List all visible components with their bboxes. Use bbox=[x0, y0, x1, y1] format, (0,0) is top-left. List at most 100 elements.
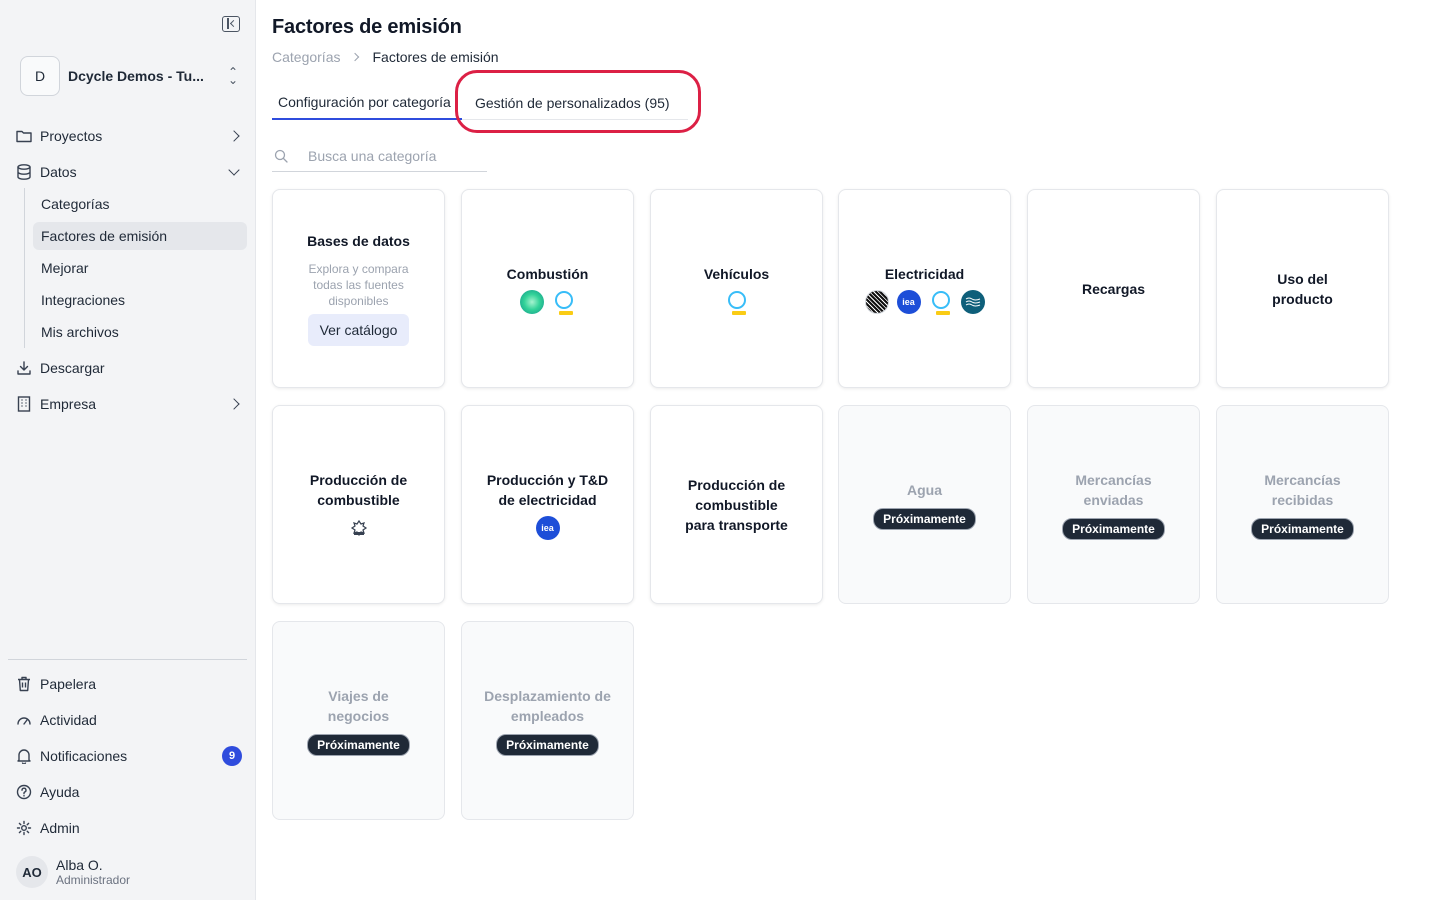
page-title: Factores de emisión bbox=[272, 16, 462, 38]
card-electricity-production[interactable]: Producción y T&D de electricidad iea bbox=[461, 405, 634, 604]
org-switcher[interactable]: D Dcycle Demos - Tu... ⌃ ⌄ bbox=[20, 56, 240, 96]
card-water: Agua Próximamente bbox=[838, 405, 1011, 604]
nav-data[interactable]: Datos bbox=[16, 158, 244, 186]
card-title: Producción de combustible para transport… bbox=[685, 476, 788, 533]
notifications-badge: 9 bbox=[222, 746, 242, 766]
subnav-line bbox=[24, 188, 25, 348]
nav-company[interactable]: Empresa bbox=[16, 390, 244, 418]
coming-soon-badge: Próximamente bbox=[1062, 517, 1165, 540]
tabs: Configuración por categoría Gestión de p… bbox=[272, 86, 688, 120]
search-icon bbox=[274, 149, 288, 163]
iea-logo-icon: iea bbox=[896, 289, 921, 314]
nav-activity[interactable]: Actividad bbox=[16, 706, 244, 734]
card-databases: Bases de datos Explora y compara todas l… bbox=[272, 189, 445, 388]
nav-data-label: Datos bbox=[40, 164, 77, 180]
card-title: Producción y T&D de electricidad bbox=[486, 471, 609, 508]
database-icon bbox=[16, 164, 32, 180]
avatar: AO bbox=[16, 856, 48, 888]
crest-logo-icon bbox=[347, 516, 371, 540]
help-icon bbox=[16, 784, 32, 800]
nav-trash-label: Papelera bbox=[40, 676, 97, 692]
card-goods-sent: Mercancías enviadas Próximamente bbox=[1027, 405, 1200, 604]
card-product-use[interactable]: Uso del producto bbox=[1216, 189, 1389, 388]
card-title: Vehículos bbox=[703, 265, 770, 282]
nav-download-label: Descargar bbox=[40, 360, 105, 376]
folder-icon bbox=[16, 128, 32, 144]
tab-config-by-category[interactable]: Configuración por categoría bbox=[272, 86, 462, 120]
coming-soon-badge: Próximamente bbox=[496, 733, 599, 756]
subnav-my-files[interactable]: Mis archivos bbox=[33, 318, 247, 346]
gear-icon bbox=[16, 820, 32, 836]
nav-download[interactable]: Descargar bbox=[16, 354, 244, 382]
eu-source-logo-icon bbox=[931, 290, 950, 315]
card-title: Agua bbox=[907, 481, 942, 498]
nav-projects[interactable]: Proyectos bbox=[16, 122, 244, 150]
chevron-up-down-icon: ⌃ ⌄ bbox=[227, 65, 239, 87]
user-profile[interactable]: AO Alba O. Administrador bbox=[16, 856, 130, 888]
card-title: Mercancías recibidas bbox=[1264, 471, 1341, 508]
nav-trash[interactable]: Papelera bbox=[16, 670, 244, 698]
subnav-integrations[interactable]: Integraciones bbox=[33, 286, 247, 314]
card-title: Mercancías enviadas bbox=[1075, 471, 1152, 508]
subnav-categories[interactable]: Categorías bbox=[33, 190, 247, 218]
card-electricity[interactable]: Electricidad iea bbox=[838, 189, 1011, 388]
nav-admin[interactable]: Admin bbox=[16, 814, 244, 842]
eu-source-logo-icon bbox=[727, 290, 746, 315]
collapse-sidebar-icon[interactable] bbox=[222, 16, 240, 32]
user-name: Alba O. bbox=[56, 857, 103, 873]
nav-company-label: Empresa bbox=[40, 396, 97, 412]
green-source-logo-icon bbox=[519, 289, 544, 314]
card-title: Recargas bbox=[1081, 280, 1146, 297]
sidebar-divider bbox=[8, 659, 247, 660]
breadcrumb: Categorías Factores de emisión bbox=[272, 49, 499, 65]
download-icon bbox=[16, 360, 32, 376]
card-vehicles[interactable]: Vehículos bbox=[650, 189, 823, 388]
card-title: Uso del producto bbox=[1272, 270, 1333, 307]
nav-notifications-label: Notificaciones bbox=[40, 748, 128, 764]
trash-icon bbox=[16, 676, 32, 692]
nav-notifications[interactable]: Notificaciones 9 bbox=[16, 742, 244, 770]
card-title: Bases de datos bbox=[307, 233, 410, 249]
user-role: Administrador bbox=[56, 873, 131, 887]
nav-activity-label: Actividad bbox=[40, 712, 97, 728]
chevron-right-icon bbox=[228, 130, 240, 142]
iea-logo-icon: iea bbox=[535, 515, 560, 540]
card-combustion[interactable]: Combustión bbox=[461, 189, 634, 388]
card-goods-received: Mercancías recibidas Próximamente bbox=[1216, 405, 1389, 604]
tab-custom-management[interactable]: Gestión de personalizados (95) bbox=[475, 86, 670, 120]
chevron-down-icon bbox=[228, 164, 240, 176]
card-title: Viajes de negocios bbox=[327, 687, 390, 724]
subnav-improve[interactable]: Mejorar bbox=[33, 254, 247, 282]
card-business-travel: Viajes de negocios Próximamente bbox=[272, 621, 445, 820]
nav-help-label: Ayuda bbox=[40, 784, 80, 800]
breadcrumb-current: Factores de emisión bbox=[372, 49, 499, 65]
striped-source-logo-icon bbox=[864, 289, 889, 314]
search-input[interactable] bbox=[308, 147, 478, 164]
nav-projects-label: Proyectos bbox=[40, 128, 103, 144]
card-title: Electricidad bbox=[884, 265, 965, 282]
card-transport-fuel-production[interactable]: Producción de combustible para transport… bbox=[650, 405, 823, 604]
nav-help[interactable]: Ayuda bbox=[16, 778, 244, 806]
chevron-right-icon bbox=[351, 52, 360, 62]
org-name: Dcycle Demos - Tu... bbox=[68, 68, 204, 84]
view-catalog-button[interactable]: Ver catálogo bbox=[307, 314, 410, 346]
card-commuting: Desplazamiento de empleados Próximamente bbox=[461, 621, 634, 820]
card-title: Desplazamiento de empleados bbox=[484, 687, 611, 724]
building-icon bbox=[16, 396, 32, 412]
card-title: Combustión bbox=[506, 265, 589, 282]
coming-soon-badge: Próximamente bbox=[1251, 517, 1354, 540]
search-bar bbox=[272, 140, 487, 172]
card-recharges[interactable]: Recargas bbox=[1027, 189, 1200, 388]
coming-soon-badge: Próximamente bbox=[873, 507, 976, 530]
breadcrumb-categories[interactable]: Categorías bbox=[272, 49, 340, 65]
card-fuel-production[interactable]: Producción de combustible bbox=[272, 405, 445, 604]
card-title: Producción de combustible bbox=[309, 471, 408, 508]
org-avatar: D bbox=[20, 56, 60, 96]
gauge-icon bbox=[16, 712, 32, 728]
wave-source-logo-icon bbox=[960, 289, 985, 314]
bell-icon bbox=[16, 748, 32, 764]
sidebar: D Dcycle Demos - Tu... ⌃ ⌄ Proyectos Dato… bbox=[0, 0, 256, 900]
eu-source-logo-icon bbox=[554, 290, 573, 315]
card-description: Explora y compara todas las fuentes disp… bbox=[308, 262, 409, 308]
subnav-emission-factors[interactable]: Factores de emisión bbox=[33, 222, 247, 250]
